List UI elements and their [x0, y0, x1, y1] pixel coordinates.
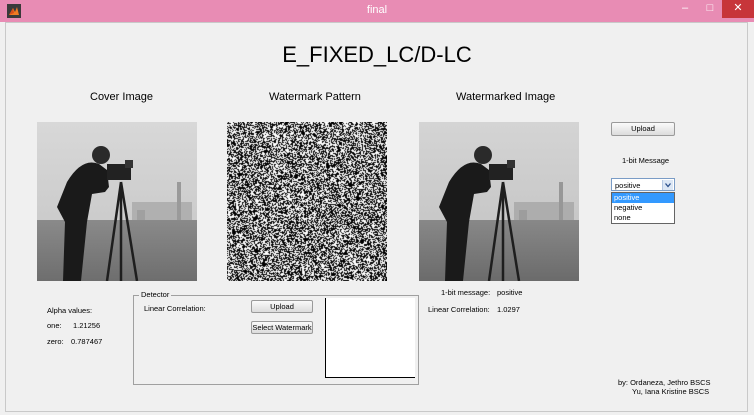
title-bar: final – □ ✕ — [0, 0, 754, 22]
chevron-down-icon[interactable] — [662, 180, 673, 190]
alpha-one-value: 1.21256 — [73, 321, 101, 330]
page-title: E_FIXED_LC/D-LC — [282, 42, 472, 67]
message-select-value: positive — [615, 181, 641, 190]
credits-line-1: by: Ordaneza, Jethro BSCS — [618, 378, 711, 387]
option-none[interactable]: none — [612, 213, 674, 223]
alpha-one-label: one: — [47, 321, 62, 330]
watermarked-image-label: Watermarked Image — [456, 91, 556, 103]
result-message-label: 1-bit message: — [441, 288, 491, 297]
alpha-zero-value: 0.787467 — [71, 337, 103, 346]
detector-panel-title: Detector — [139, 290, 172, 299]
maximize-button[interactable]: □ — [698, 0, 722, 18]
detector-corr-label: Linear Correlation: — [144, 304, 206, 313]
result-message-value: positive — [497, 288, 523, 297]
result-corr-label: Linear Correlation: — [428, 305, 490, 314]
upload-cover-button[interactable]: Upload — [611, 122, 675, 136]
watermark-pattern-label: Watermark Pattern — [269, 91, 361, 103]
message-dropdown-list: positive negative none — [611, 192, 675, 224]
credits-line-2: Yu, Iana Kristine BSCS — [632, 387, 710, 396]
watermarked-image — [419, 122, 579, 281]
message-label: 1-bit Message — [622, 156, 670, 165]
minimize-button[interactable]: – — [672, 0, 698, 18]
cover-image-label: Cover Image — [90, 91, 153, 103]
option-negative[interactable]: negative — [612, 203, 674, 213]
close-button[interactable]: ✕ — [722, 0, 754, 18]
select-watermark-button[interactable]: Select Watermark — [251, 321, 313, 334]
window-title: final — [366, 4, 388, 16]
cover-image — [37, 122, 197, 281]
detector-upload-button[interactable]: Upload — [251, 300, 313, 313]
result-corr-value: 1.0297 — [497, 305, 520, 314]
watermark-pattern-image — [227, 122, 387, 281]
option-positive[interactable]: positive — [612, 193, 674, 203]
message-select[interactable]: positive — [611, 178, 675, 191]
detector-plot-axes — [325, 298, 415, 378]
alpha-zero-label: zero: — [47, 337, 64, 346]
watermark-noise — [227, 122, 387, 281]
alpha-heading: Alpha values: — [47, 306, 93, 315]
